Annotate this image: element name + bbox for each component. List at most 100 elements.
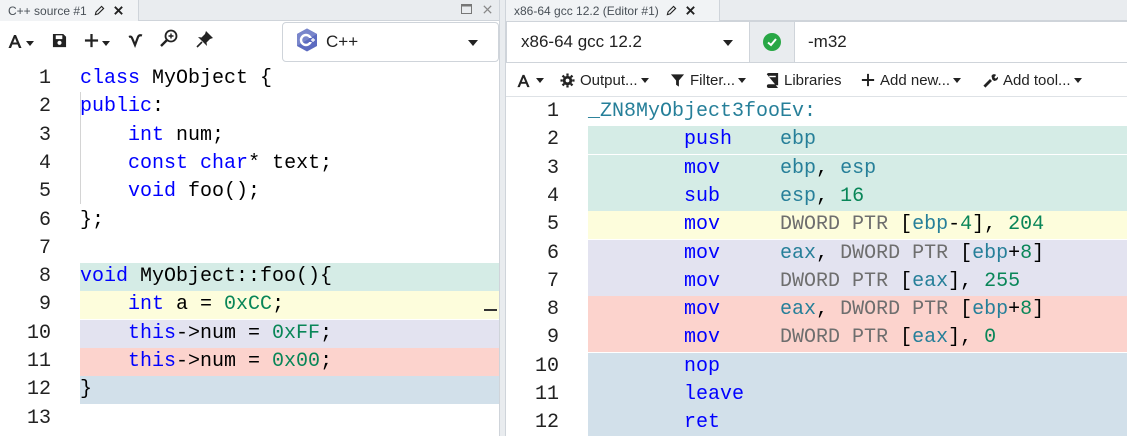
source-line[interactable]: 5 void foo(); <box>0 178 499 206</box>
line-number: 7 <box>38 236 51 260</box>
assembly-line[interactable]: 6 mov eax, DWORD PTR [ebp+8] <box>506 239 1127 268</box>
check-circle-icon <box>763 33 781 51</box>
line-number: 3 <box>546 156 559 180</box>
assembly-line[interactable]: 7 mov DWORD PTR [eax], 255 <box>506 267 1127 296</box>
assembly-line[interactable]: 4 sub esp, 16 <box>506 182 1127 211</box>
compiler-select[interactable]: x86-64 gcc 12.2 <box>506 21 750 63</box>
pin-button[interactable] <box>194 30 216 52</box>
assembly-line[interactable]: 12 ret <box>506 409 1127 436</box>
filter-label: Filter... <box>690 71 736 89</box>
source-pane: C++ source #1 C++ 1 class MyObject {2 p… <box>0 0 499 436</box>
assembly-line[interactable]: 8 mov eax, DWORD PTR [ebp+8] <box>506 296 1127 325</box>
code-text: int a = 0xCC; <box>128 293 285 317</box>
pencil-icon[interactable] <box>665 4 678 17</box>
source-editor[interactable]: 1 class MyObject {2 public: 3 int num; 4 con… <box>0 64 499 436</box>
compiler-label: x86-64 gcc 12.2 <box>521 32 642 51</box>
code-text: mov DWORD PTR [eax], 0 <box>684 326 997 350</box>
assembly-line[interactable]: 9 mov DWORD PTR [eax], 0 <box>506 324 1127 353</box>
source-line[interactable]: 1 class MyObject { <box>0 65 499 93</box>
add-new-label: Add new... <box>880 71 951 89</box>
line-highlight <box>80 376 499 405</box>
compiler-flags-input[interactable] <box>794 21 1127 63</box>
compiler-pane: x86-64 gcc 12.2 (Editor #1) x86-64 gcc 1… <box>506 0 1127 436</box>
compiler-tab[interactable]: x86-64 gcc 12.2 (Editor #1) <box>506 0 720 21</box>
line-number: 9 <box>38 293 51 317</box>
line-number: 5 <box>546 213 559 237</box>
code-text: sub esp, 16 <box>684 184 865 208</box>
pane-close-icon[interactable] <box>480 2 494 16</box>
source-line[interactable]: 10 this->num = 0xFF; <box>0 319 499 348</box>
code-text: class MyObject { <box>80 67 273 90</box>
code-text: _ZN8MyObject3fooEv: <box>588 100 817 123</box>
code-text: nop <box>684 354 721 378</box>
filter-icon <box>670 73 685 88</box>
source-tabstrip: C++ source #1 <box>0 0 499 21</box>
chevron-down-icon <box>723 40 733 46</box>
assembly-output[interactable]: 1 _ZN8MyObject3fooEv: 2 push ebp 3 mov ebp,… <box>506 98 1127 436</box>
vim-mode-button[interactable] <box>126 33 146 53</box>
chevron-down-icon <box>468 40 478 46</box>
assembly-line[interactable]: 1 _ZN8MyObject3fooEv: <box>506 98 1127 126</box>
assembly-line[interactable]: 2 push ebp <box>506 126 1127 155</box>
line-number: 4 <box>38 151 51 175</box>
code-text: ret <box>684 411 721 435</box>
code-text: public: <box>80 95 165 119</box>
filter-menu-button[interactable]: Filter... <box>670 70 747 90</box>
font-size-button[interactable] <box>6 33 34 53</box>
source-line[interactable]: 6}; <box>0 207 499 235</box>
line-number: 12 <box>26 378 51 402</box>
line-number: 13 <box>26 406 51 430</box>
maximize-icon[interactable] <box>459 2 473 16</box>
libraries-button[interactable]: Libraries <box>766 70 842 90</box>
assembly-line[interactable]: 10 nop <box>506 352 1127 381</box>
line-number: 4 <box>546 184 559 208</box>
line-number: 3 <box>38 123 51 147</box>
code-text: int num; <box>128 123 225 147</box>
source-line[interactable]: 11 this->num = 0x00; <box>0 348 499 376</box>
add-pane-button[interactable] <box>83 33 111 53</box>
code-text: void foo(); <box>128 180 261 204</box>
save-button[interactable] <box>49 33 69 53</box>
language-label: C++ <box>326 32 359 51</box>
source-tab[interactable]: C++ source #1 <box>0 0 139 21</box>
line-number: 2 <box>546 128 559 152</box>
source-line[interactable]: 3 int num; <box>0 122 499 150</box>
source-line[interactable]: 2 public: <box>0 93 499 121</box>
assembly-line[interactable]: 11 leave <box>506 381 1127 409</box>
font-size-icon <box>7 33 23 54</box>
language-select[interactable]: C++ <box>282 22 499 62</box>
code-text: push ebp <box>684 128 817 152</box>
line-number: 8 <box>546 298 559 322</box>
wrench-icon <box>983 73 998 88</box>
font-size-button[interactable] <box>516 70 544 90</box>
add-new-button[interactable]: Add new... <box>861 70 962 90</box>
line-number: 1 <box>546 100 559 123</box>
code-text: this->num = 0xFF; <box>128 321 333 345</box>
assembly-line[interactable]: 3 mov ebp, esp <box>506 154 1127 183</box>
line-number: 7 <box>546 269 559 293</box>
line-number: 5 <box>38 180 51 204</box>
source-line[interactable]: 13 <box>0 405 499 433</box>
source-tab-title: C++ source #1 <box>8 3 87 18</box>
source-line[interactable]: 7 <box>0 235 499 263</box>
close-icon[interactable] <box>112 4 125 17</box>
pencil-icon[interactable] <box>93 4 106 17</box>
add-tool-button[interactable]: Add tool... <box>983 70 1082 90</box>
source-line[interactable]: 9 int a = 0xCC; <box>0 291 499 320</box>
source-line[interactable]: 4 const char* text; <box>0 150 499 178</box>
compile-status[interactable] <box>750 21 794 63</box>
assembly-line[interactable]: 5 mov DWORD PTR [ebp-4], 204 <box>506 211 1127 240</box>
line-number: 9 <box>546 326 559 350</box>
pane-splitter[interactable] <box>499 0 506 436</box>
source-line[interactable]: 8 void MyObject::foo(){ <box>0 263 499 292</box>
code-text: void MyObject::foo(){ <box>80 265 333 289</box>
line-number: 10 <box>534 354 559 378</box>
source-line[interactable]: 12} <box>0 376 499 405</box>
close-icon[interactable] <box>684 4 697 17</box>
code-text: this->num = 0x00; <box>128 350 333 373</box>
line-number: 11 <box>534 383 559 406</box>
code-text: mov DWORD PTR [eax], 255 <box>684 269 1021 293</box>
output-menu-button[interactable]: Output... <box>560 70 649 90</box>
zoom-search-button[interactable] <box>158 29 180 51</box>
libraries-label: Libraries <box>784 71 842 89</box>
